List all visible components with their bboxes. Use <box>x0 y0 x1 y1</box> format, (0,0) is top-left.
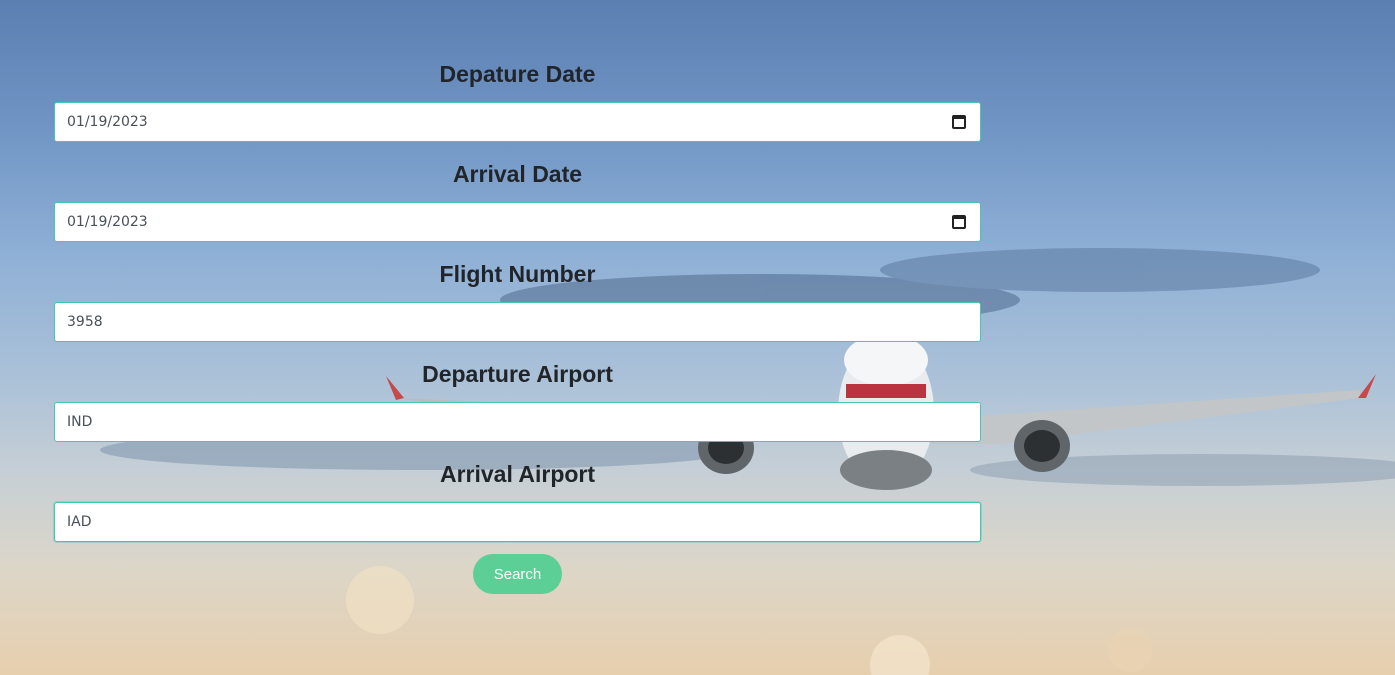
departure-date-label: Depature Date <box>439 61 596 87</box>
search-row: Search <box>54 554 981 594</box>
departure-date-wrap <box>54 102 981 142</box>
departure-airport-label: Departure Airport <box>422 361 613 387</box>
arrival-date-input[interactable] <box>54 202 981 242</box>
search-button[interactable]: Search <box>473 554 562 594</box>
arrival-date-label: Arrival Date <box>452 161 583 187</box>
arrival-airport-wrap <box>54 502 981 542</box>
calendar-icon[interactable] <box>952 215 966 229</box>
arrival-airport-label: Arrival Airport <box>439 461 596 487</box>
departure-date-input[interactable] <box>54 102 981 142</box>
flight-search-form: Depature Date Arrival Date Flight Number… <box>54 56 981 594</box>
flight-number-wrap <box>54 302 981 342</box>
flight-number-label: Flight Number <box>439 261 596 287</box>
departure-airport-input[interactable] <box>54 402 981 442</box>
arrival-airport-input[interactable] <box>54 502 981 542</box>
arrival-date-wrap <box>54 202 981 242</box>
flight-number-input[interactable] <box>54 302 981 342</box>
departure-airport-wrap <box>54 402 981 442</box>
calendar-icon[interactable] <box>952 115 966 129</box>
